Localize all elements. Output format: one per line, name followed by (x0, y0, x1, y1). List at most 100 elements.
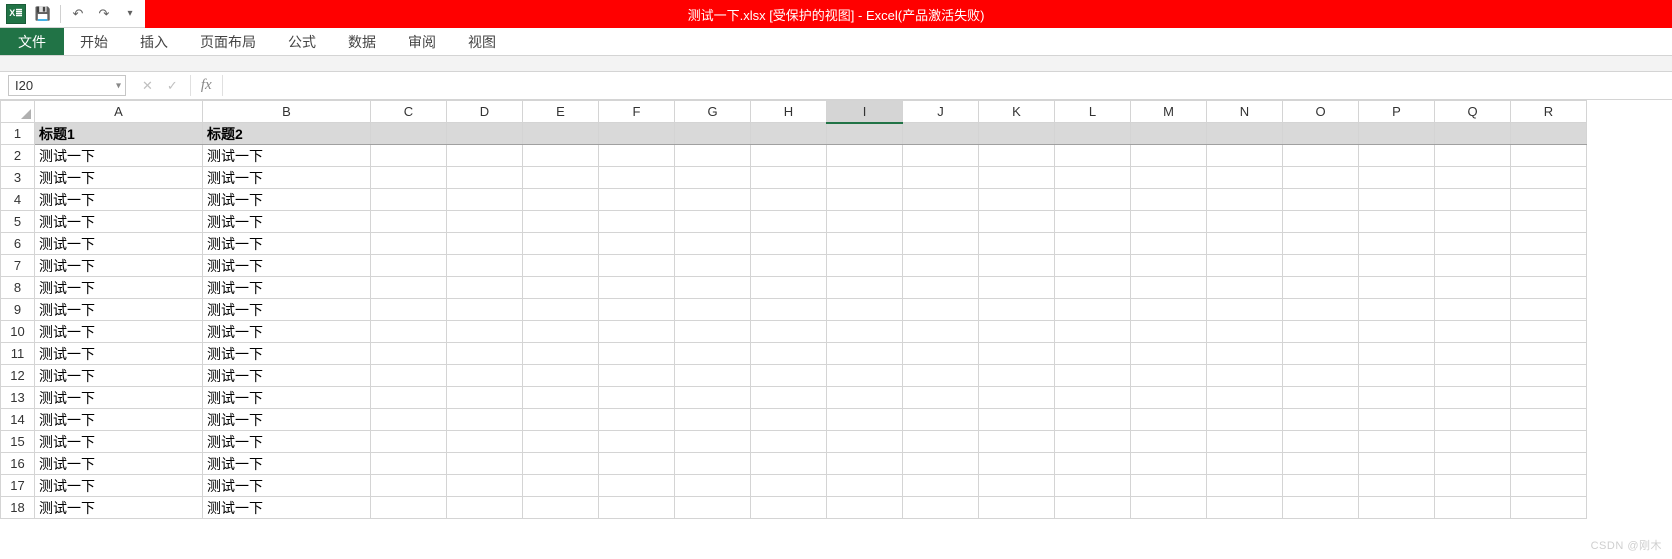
cell-D18[interactable] (447, 497, 523, 519)
cell-M10[interactable] (1131, 321, 1207, 343)
cell-J12[interactable] (903, 365, 979, 387)
cell-F9[interactable] (599, 299, 675, 321)
ribbon-tab-数据[interactable]: 数据 (332, 28, 392, 55)
cell-B3[interactable]: 测试一下 (203, 167, 371, 189)
cell-Q14[interactable] (1435, 409, 1511, 431)
cell-F12[interactable] (599, 365, 675, 387)
cell-N15[interactable] (1207, 431, 1283, 453)
cell-H14[interactable] (751, 409, 827, 431)
cell-K8[interactable] (979, 277, 1055, 299)
cell-O9[interactable] (1283, 299, 1359, 321)
cell-Q17[interactable] (1435, 475, 1511, 497)
cell-J8[interactable] (903, 277, 979, 299)
cell-N13[interactable] (1207, 387, 1283, 409)
cell-R15[interactable] (1511, 431, 1587, 453)
cell-J14[interactable] (903, 409, 979, 431)
cell-L13[interactable] (1055, 387, 1131, 409)
cell-B13[interactable]: 测试一下 (203, 387, 371, 409)
cell-P16[interactable] (1359, 453, 1435, 475)
cell-M16[interactable] (1131, 453, 1207, 475)
cell-A14[interactable]: 测试一下 (35, 409, 203, 431)
cell-P17[interactable] (1359, 475, 1435, 497)
cell-C10[interactable] (371, 321, 447, 343)
cell-G13[interactable] (675, 387, 751, 409)
cell-R16[interactable] (1511, 453, 1587, 475)
cell-F17[interactable] (599, 475, 675, 497)
column-header-M[interactable]: M (1131, 101, 1207, 123)
cell-R11[interactable] (1511, 343, 1587, 365)
cell-D12[interactable] (447, 365, 523, 387)
cell-C5[interactable] (371, 211, 447, 233)
cell-C8[interactable] (371, 277, 447, 299)
cell-M17[interactable] (1131, 475, 1207, 497)
cell-I5[interactable] (827, 211, 903, 233)
cell-G7[interactable] (675, 255, 751, 277)
ribbon-tab-页面布局[interactable]: 页面布局 (184, 28, 272, 55)
cell-J5[interactable] (903, 211, 979, 233)
cell-Q2[interactable] (1435, 145, 1511, 167)
cell-E4[interactable] (523, 189, 599, 211)
cell-E18[interactable] (523, 497, 599, 519)
column-header-A[interactable]: A (35, 101, 203, 123)
cell-D5[interactable] (447, 211, 523, 233)
cell-M9[interactable] (1131, 299, 1207, 321)
cell-J16[interactable] (903, 453, 979, 475)
cell-O6[interactable] (1283, 233, 1359, 255)
cell-B7[interactable]: 测试一下 (203, 255, 371, 277)
cell-A5[interactable]: 测试一下 (35, 211, 203, 233)
cell-A16[interactable]: 测试一下 (35, 453, 203, 475)
cell-E7[interactable] (523, 255, 599, 277)
cell-K5[interactable] (979, 211, 1055, 233)
cell-H12[interactable] (751, 365, 827, 387)
cell-L9[interactable] (1055, 299, 1131, 321)
row-header[interactable]: 5 (1, 211, 35, 233)
cell-K10[interactable] (979, 321, 1055, 343)
cell-G18[interactable] (675, 497, 751, 519)
cell-M11[interactable] (1131, 343, 1207, 365)
cell-O11[interactable] (1283, 343, 1359, 365)
cell-L1[interactable] (1055, 123, 1131, 145)
cell-I4[interactable] (827, 189, 903, 211)
cell-J9[interactable] (903, 299, 979, 321)
cell-K15[interactable] (979, 431, 1055, 453)
ribbon-tab-插入[interactable]: 插入 (124, 28, 184, 55)
cell-H10[interactable] (751, 321, 827, 343)
cell-C9[interactable] (371, 299, 447, 321)
cell-B16[interactable]: 测试一下 (203, 453, 371, 475)
cell-J1[interactable] (903, 123, 979, 145)
cell-I17[interactable] (827, 475, 903, 497)
cell-I15[interactable] (827, 431, 903, 453)
cell-N10[interactable] (1207, 321, 1283, 343)
cell-P4[interactable] (1359, 189, 1435, 211)
cell-J13[interactable] (903, 387, 979, 409)
cell-R10[interactable] (1511, 321, 1587, 343)
cell-M18[interactable] (1131, 497, 1207, 519)
cell-Q9[interactable] (1435, 299, 1511, 321)
cell-M12[interactable] (1131, 365, 1207, 387)
cell-N17[interactable] (1207, 475, 1283, 497)
cell-L10[interactable] (1055, 321, 1131, 343)
cell-P18[interactable] (1359, 497, 1435, 519)
cell-N2[interactable] (1207, 145, 1283, 167)
cell-R3[interactable] (1511, 167, 1587, 189)
cell-P9[interactable] (1359, 299, 1435, 321)
undo-icon[interactable]: ↶ (69, 5, 87, 23)
cell-K1[interactable] (979, 123, 1055, 145)
cell-K9[interactable] (979, 299, 1055, 321)
formula-input[interactable] (223, 72, 1672, 99)
cell-A10[interactable]: 测试一下 (35, 321, 203, 343)
cell-D6[interactable] (447, 233, 523, 255)
cell-E8[interactable] (523, 277, 599, 299)
cell-N16[interactable] (1207, 453, 1283, 475)
cell-P8[interactable] (1359, 277, 1435, 299)
cell-Q8[interactable] (1435, 277, 1511, 299)
row-header[interactable]: 6 (1, 233, 35, 255)
cell-Q3[interactable] (1435, 167, 1511, 189)
cell-H5[interactable] (751, 211, 827, 233)
cell-E12[interactable] (523, 365, 599, 387)
cell-I7[interactable] (827, 255, 903, 277)
cell-J3[interactable] (903, 167, 979, 189)
cell-P14[interactable] (1359, 409, 1435, 431)
cell-L7[interactable] (1055, 255, 1131, 277)
cell-H6[interactable] (751, 233, 827, 255)
